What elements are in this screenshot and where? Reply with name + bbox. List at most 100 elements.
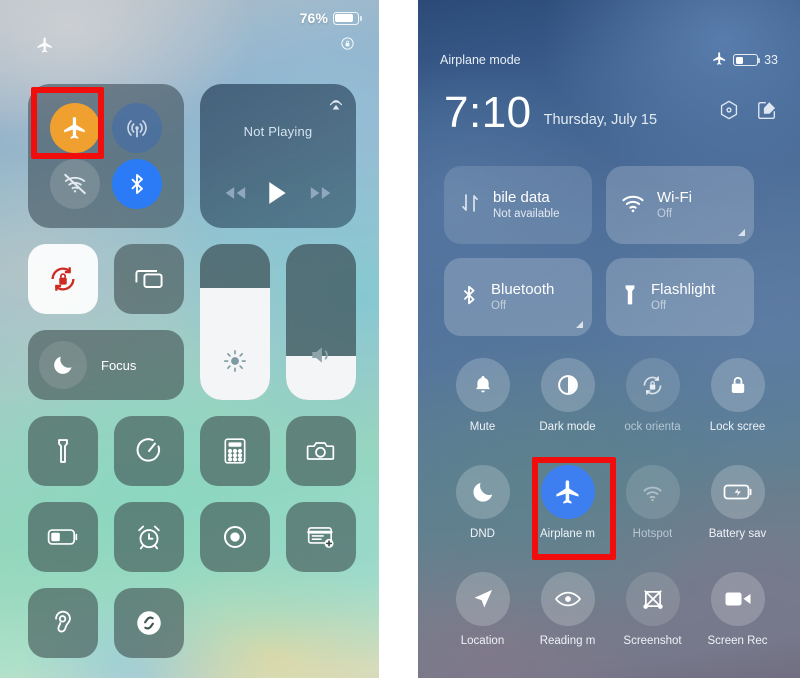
ios-slider-column: [200, 244, 356, 400]
miui-toggle-row-3: Location Reading m Screenshot Screen Rec: [440, 572, 780, 647]
play-icon[interactable]: [267, 181, 289, 210]
bluetooth-toggle[interactable]: [112, 159, 162, 209]
toggle-lock-orientation[interactable]: ock orienta: [610, 358, 695, 433]
bluetooth-tile[interactable]: Bluetooth Off: [444, 258, 592, 336]
toggle-airplane-mode[interactable]: Airplane m: [525, 465, 610, 540]
video-camera-icon: [710, 572, 765, 626]
miui-big-tile-row-1: bile data Not available Wi-Fi Off: [444, 166, 754, 244]
focus-tile[interactable]: Focus: [28, 330, 184, 400]
wifi-toggle[interactable]: [50, 159, 100, 209]
wifi-texts: Wi-Fi Off: [657, 189, 692, 221]
shazam-tile[interactable]: [114, 588, 184, 658]
hotspot-icon: [625, 465, 680, 519]
flashlight-icon: [620, 283, 640, 312]
clock-time: 7:10: [444, 88, 532, 137]
eye-icon: [540, 572, 595, 626]
status-left-label: Airplane mode: [440, 53, 521, 67]
miui-control-center: Airplane mode 33 7:10 Thursday, July 15: [418, 0, 800, 678]
airplane-icon: [712, 51, 727, 69]
toggle-mute[interactable]: Mute: [440, 358, 525, 433]
timer-tile[interactable]: [114, 416, 184, 486]
lock-icon: [710, 358, 765, 412]
rotation-lock-icon: [340, 36, 355, 56]
mobile-data-texts: bile data Not available: [493, 189, 559, 221]
quick-note-tile[interactable]: [286, 502, 356, 572]
miui-toggle-row-1: Mute Dark mode ock orienta Lock scree: [440, 358, 780, 433]
camera-tile[interactable]: [286, 416, 356, 486]
toggle-dnd[interactable]: DND: [440, 465, 525, 540]
media-title: Not Playing: [243, 124, 313, 139]
bluetooth-subtitle: Off: [491, 300, 507, 313]
brightness-slider[interactable]: [200, 244, 270, 400]
toggle-label: Reading m: [539, 635, 596, 647]
mobile-data-subtitle: Not available: [493, 208, 560, 221]
flashlight-title: Flashlight: [651, 280, 716, 298]
flashlight-tile[interactable]: Flashlight Off: [606, 258, 754, 336]
rotation-lock-icon: [625, 358, 680, 412]
battery-saver-icon: [710, 465, 765, 519]
toggle-label: Dark mode: [539, 421, 596, 433]
airplane-mode-toggle[interactable]: [50, 103, 100, 153]
toggle-reading-mode[interactable]: Reading m: [525, 572, 610, 647]
toggle-label: Location: [460, 635, 505, 647]
rotation-lock-tile[interactable]: [28, 244, 98, 314]
mobile-data-title: bile data: [493, 188, 550, 206]
toggle-label: Mute: [469, 421, 496, 433]
wifi-tile[interactable]: Wi-Fi Off: [606, 166, 754, 244]
screen-mirroring-tile[interactable]: [114, 244, 184, 314]
toggle-screen-recorder[interactable]: Screen Rec: [695, 572, 780, 647]
toggle-battery-saver[interactable]: Battery sav: [695, 465, 780, 540]
toggle-label: Hotspot: [632, 528, 673, 540]
status-right-group: 33: [712, 51, 778, 69]
expand-corner-icon[interactable]: [738, 229, 745, 236]
airplane-icon: [540, 465, 595, 519]
ios-status-bar: 76%: [0, 0, 379, 62]
hearing-tile[interactable]: [28, 588, 98, 658]
moon-icon: [39, 341, 87, 389]
toggle-label: Screenshot: [623, 635, 682, 647]
moon-icon: [455, 465, 510, 519]
expand-corner-icon[interactable]: [576, 321, 583, 328]
airplay-icon[interactable]: [326, 92, 346, 117]
wifi-title: Wi-Fi: [657, 188, 692, 206]
voice-memos-tile[interactable]: [200, 502, 270, 572]
toggle-dark-mode[interactable]: Dark mode: [525, 358, 610, 433]
battery-icon: [333, 11, 362, 25]
low-power-mode-tile[interactable]: [28, 502, 98, 572]
screenshot-icon: [625, 572, 680, 626]
toggle-lock-screen[interactable]: Lock scree: [695, 358, 780, 433]
calculator-tile[interactable]: [200, 416, 270, 486]
volume-slider[interactable]: [286, 244, 356, 400]
header-actions: [718, 99, 778, 126]
toggle-location[interactable]: Location: [440, 572, 525, 647]
alarm-tile[interactable]: [114, 502, 184, 572]
flashlight-tile[interactable]: [28, 416, 98, 486]
flashlight-subtitle: Off: [651, 300, 667, 313]
airplane-icon: [36, 36, 54, 59]
media-player-module[interactable]: Not Playing: [200, 84, 356, 228]
toggle-label: Battery sav: [708, 528, 767, 540]
toggle-label: Airplane m: [540, 528, 595, 540]
toggle-label: ock orienta: [624, 421, 681, 433]
rewind-icon[interactable]: [224, 185, 246, 206]
wifi-icon: [620, 190, 646, 221]
ios-left-column: Focus: [28, 244, 184, 400]
fast-forward-icon[interactable]: [310, 185, 332, 206]
media-controls: [200, 181, 356, 210]
cellular-data-toggle[interactable]: [112, 103, 162, 153]
clock-date: Thursday, July 15: [543, 112, 658, 129]
toggle-screenshot[interactable]: Screenshot: [610, 572, 695, 647]
ios-tile-grid: Not Playing Focus: [28, 84, 356, 658]
edit-pencil-icon[interactable]: [756, 99, 778, 126]
toggle-hotspot[interactable]: Hotspot: [610, 465, 695, 540]
settings-gear-icon[interactable]: [718, 99, 740, 126]
location-arrow-icon: [455, 572, 510, 626]
ios-control-center: 76% Not Playing Focus: [0, 0, 379, 678]
toggle-label: DND: [470, 528, 495, 540]
mobile-data-tile[interactable]: bile data Not available: [444, 166, 592, 244]
battery-icon: [733, 54, 761, 66]
miui-toggle-grid: Mute Dark mode ock orienta Lock scree DN…: [440, 358, 780, 647]
battery-percent-label: 33: [764, 53, 778, 67]
focus-label: Focus: [101, 357, 137, 373]
toggle-label: Lock scree: [709, 421, 766, 433]
